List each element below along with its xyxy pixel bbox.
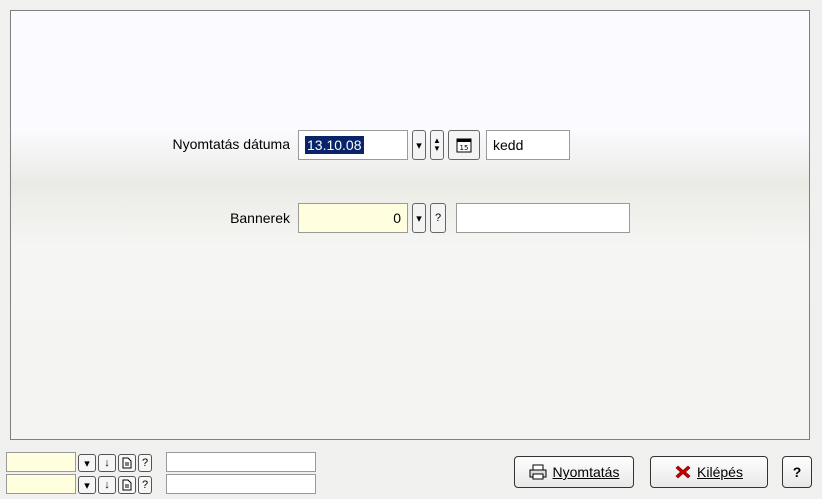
footer-lookup-1-sort[interactable]: ↓	[98, 454, 116, 472]
print-date-input[interactable]: 13.10.08	[298, 130, 408, 160]
banners-lookup-button[interactable]: ?	[430, 203, 446, 233]
form-panel	[10, 10, 810, 440]
exit-button[interactable]: Kilépés	[650, 456, 768, 488]
printer-icon	[529, 464, 547, 480]
footer-lookup-2-document[interactable]	[118, 476, 136, 494]
document-icon	[122, 457, 132, 469]
banners-label: Bannerek	[230, 210, 290, 226]
question-icon: ?	[792, 464, 802, 480]
red-x-icon	[675, 465, 691, 479]
print-date-spinner[interactable]: ▲ ▼	[430, 130, 444, 160]
print-date-weekday: kedd	[486, 130, 570, 160]
print-date-label: Nyomtatás dátuma	[172, 136, 291, 152]
chevron-down-icon: ▾	[84, 457, 90, 470]
question-icon: ?	[141, 479, 149, 491]
banners-dropdown-button[interactable]: ▾	[412, 203, 426, 233]
print-date-value: 13.10.08	[305, 136, 364, 154]
banners-input[interactable]: 0	[298, 203, 408, 233]
arrow-down-icon: ↓	[104, 479, 110, 491]
footer-lookup-2-input[interactable]	[6, 474, 76, 494]
chevron-down-icon: ▾	[416, 139, 422, 152]
print-button[interactable]: Nyomtatás	[514, 456, 634, 488]
print-date-dropdown-button[interactable]: ▾	[412, 130, 426, 160]
help-button[interactable]: ?	[782, 456, 812, 488]
exit-button-label: Kilépés	[697, 464, 743, 480]
footer-lookup-2-help[interactable]: ?	[138, 476, 152, 494]
question-icon: ?	[141, 457, 149, 469]
svg-text:15: 15	[460, 144, 469, 152]
question-icon: ?	[434, 212, 442, 224]
arrow-down-icon: ↓	[104, 457, 110, 469]
footer-lookup-2-sort[interactable]: ↓	[98, 476, 116, 494]
chevron-down-icon: ▾	[416, 212, 422, 225]
chevron-down-icon: ▾	[84, 479, 90, 492]
document-icon	[122, 479, 132, 491]
footer-lookup-1-description	[166, 452, 316, 472]
print-button-label: Nyomtatás	[552, 464, 620, 480]
footer-lookup-1-document[interactable]	[118, 454, 136, 472]
print-date-calendar-button[interactable]: 15	[448, 130, 480, 160]
footer-lookup-2-description	[166, 474, 316, 494]
footer-lookup-1-help[interactable]: ?	[138, 454, 152, 472]
footer-lookup-1-input[interactable]	[6, 452, 76, 472]
footer-lookup-1-dropdown[interactable]: ▾	[78, 454, 96, 472]
banners-description	[456, 203, 630, 233]
spinner-down-icon: ▼	[433, 144, 441, 153]
calendar-icon: 15	[456, 138, 472, 153]
footer-lookup-2-dropdown[interactable]: ▾	[78, 476, 96, 494]
